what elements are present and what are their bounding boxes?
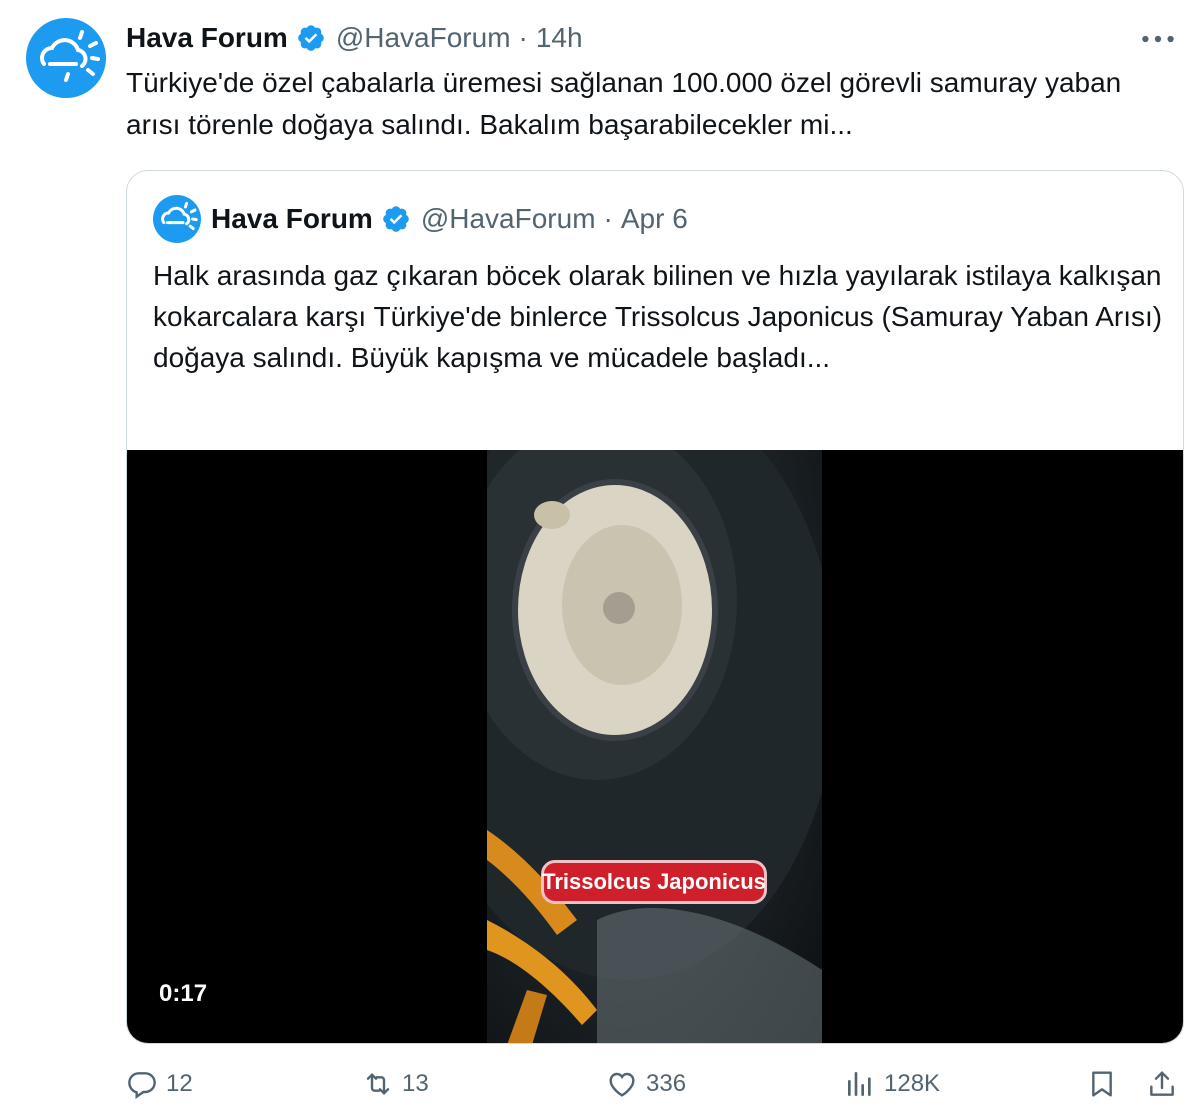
reply-count: 12 (166, 1070, 193, 1097)
video-duration: 0:17 (159, 980, 208, 1007)
author-handle[interactable]: @HavaForum (336, 22, 511, 54)
more-options-button[interactable] (1138, 24, 1178, 54)
separator-dot: · (518, 22, 528, 53)
heart-icon (609, 1072, 635, 1097)
reply-button[interactable]: 12 (126, 1068, 193, 1100)
quoted-tweet-card[interactable]: Hava Forum @HavaForum · Apr 6 Halk arası… (126, 170, 1184, 1044)
like-button[interactable]: 336 (606, 1068, 686, 1100)
tweet-timestamp[interactable]: 14h (536, 22, 583, 54)
quoted-tweet-text: Halk arasında gaz çıkaran böcek olarak b… (153, 260, 1163, 373)
video-thumbnail: Trissolcus Japonicus (487, 450, 822, 1043)
repost-count: 13 (402, 1070, 429, 1097)
views-button[interactable]: 128K (844, 1068, 940, 1100)
author-name[interactable]: Hava Forum (126, 22, 288, 54)
views-count: 128K (884, 1070, 941, 1097)
quoted-tweet-header: Hava Forum @HavaForum · Apr 6 (153, 195, 688, 243)
repost-icon (366, 1073, 390, 1095)
more-horizontal-icon (1142, 35, 1174, 43)
tweet-text: Türkiye'de özel çabalarla üremesi sağlan… (126, 67, 1122, 140)
like-count: 336 (646, 1070, 687, 1097)
tweet-header: Hava Forum @HavaForum · 14h (126, 20, 583, 56)
repost-button[interactable]: 13 (362, 1068, 429, 1100)
views-chart-icon (848, 1072, 871, 1096)
quoted-author-handle[interactable]: @HavaForum (421, 203, 596, 235)
separator-dot: · (603, 203, 613, 234)
verified-badge-icon (381, 204, 411, 234)
quoted-tweet-timestamp[interactable]: Apr 6 (621, 203, 688, 235)
video-player[interactable]: Trissolcus Japonicus 0:17 (127, 450, 1183, 1043)
verified-badge-icon (296, 23, 326, 53)
cloud-sun-logo-icon (161, 201, 198, 231)
share-button[interactable] (1146, 1068, 1178, 1100)
share-icon (1150, 1071, 1174, 1096)
bookmark-icon (1092, 1071, 1112, 1097)
quoted-author-name[interactable]: Hava Forum (211, 203, 373, 235)
cloud-sun-logo-icon (40, 30, 100, 82)
tweet-action-bar: 12 13 336 128K (126, 1064, 1186, 1108)
video-caption-label: Trissolcus Japonicus (541, 860, 767, 904)
reply-icon (128, 1072, 156, 1099)
bookmark-button[interactable] (1086, 1068, 1118, 1100)
author-avatar[interactable] (26, 18, 106, 98)
quoted-author-avatar[interactable] (153, 195, 201, 243)
